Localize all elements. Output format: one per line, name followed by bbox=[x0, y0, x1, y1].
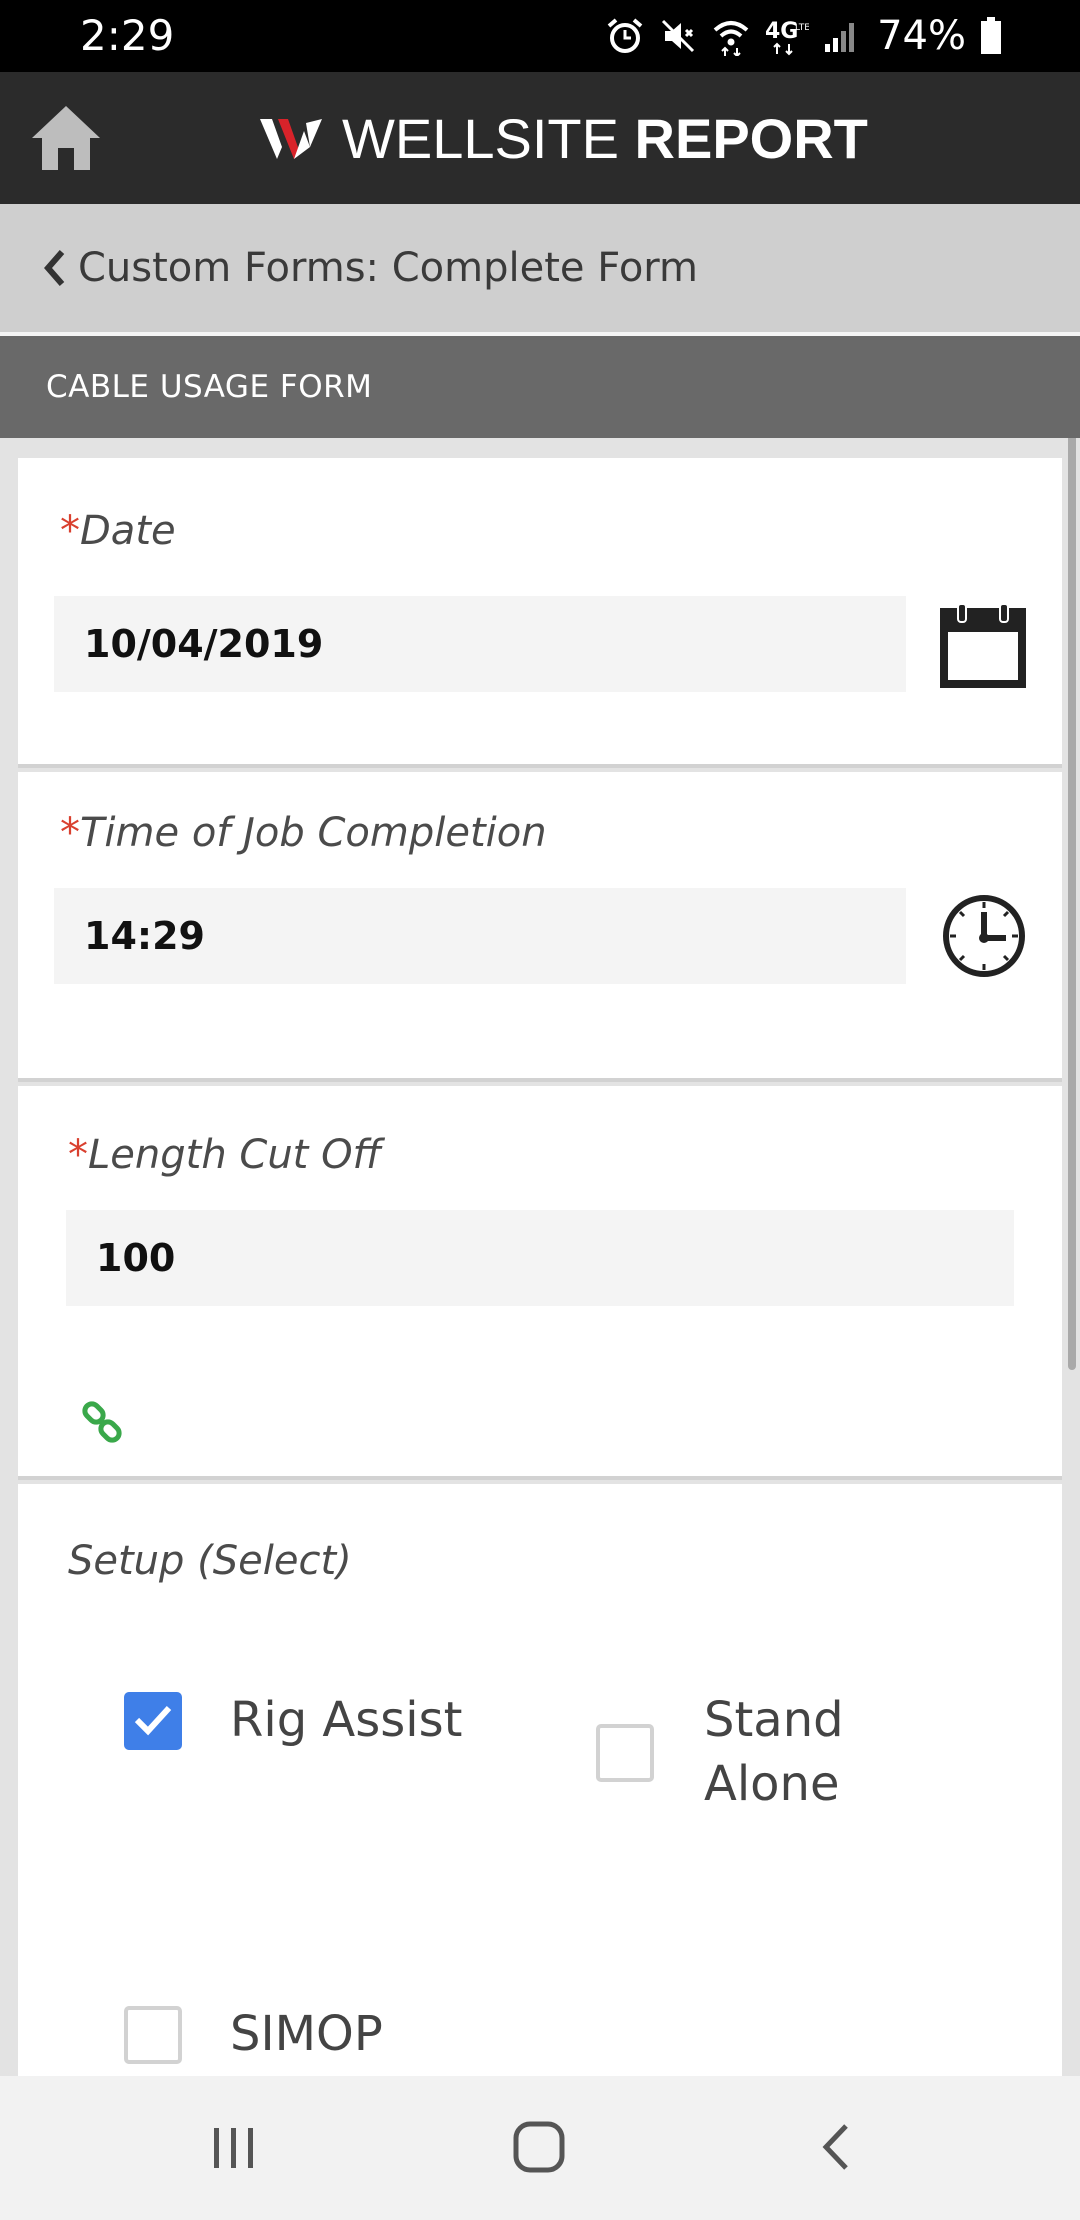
status-bar: 2:29 4G LTE 74% bbox=[0, 0, 1080, 72]
date-label-text: Date bbox=[80, 508, 176, 554]
stand-alone-checkbox[interactable] bbox=[596, 1724, 654, 1782]
length-value: 100 bbox=[96, 1236, 176, 1280]
simop-label[interactable]: SIMOP bbox=[230, 2002, 383, 2066]
form-title: CABLE USAGE FORM bbox=[46, 369, 373, 405]
date-label: *Date bbox=[60, 508, 176, 554]
calendar-icon[interactable] bbox=[940, 602, 1026, 688]
status-time: 2:29 bbox=[80, 11, 175, 60]
brand-title-light: WELLSITE bbox=[342, 106, 619, 170]
status-icons: 4G LTE 74% bbox=[605, 12, 1002, 60]
rig-assist-label[interactable]: Rig Assist bbox=[230, 1688, 462, 1752]
simop-checkbox[interactable] bbox=[124, 2006, 182, 2064]
recents-icon[interactable] bbox=[210, 2124, 258, 2172]
required-marker: * bbox=[60, 810, 80, 856]
time-label: *Time of Job Completion bbox=[60, 810, 547, 856]
signal-icon bbox=[825, 23, 855, 52]
home-circle-icon[interactable] bbox=[512, 2120, 566, 2174]
setup-field-card: Setup (Select) Rig Assist Stand Alone SI… bbox=[18, 1484, 1062, 2076]
date-input[interactable]: 10/04/2019 bbox=[54, 596, 906, 692]
home-icon[interactable] bbox=[28, 100, 104, 176]
clock-icon[interactable] bbox=[940, 892, 1028, 980]
form-title-bar: CABLE USAGE FORM bbox=[0, 336, 1080, 438]
form-scroll-area[interactable]: *Date 10/04/2019 *Time of Job Completion… bbox=[0, 438, 1080, 2076]
alarm-icon bbox=[607, 18, 643, 53]
chevron-left-icon[interactable] bbox=[42, 248, 68, 288]
back-icon[interactable] bbox=[818, 2122, 852, 2172]
wellsite-logo-icon bbox=[260, 119, 322, 159]
network-type-icon: 4G LTE bbox=[765, 19, 809, 56]
setup-label: Setup (Select) bbox=[68, 1538, 352, 1584]
brand-title: WELLSITE REPORT bbox=[342, 106, 868, 171]
stand-alone-label-line2: Alone bbox=[704, 1756, 840, 1812]
app-header: WELLSITE REPORT bbox=[0, 72, 1080, 204]
battery-icon bbox=[981, 17, 1001, 54]
svg-text:LTE: LTE bbox=[795, 23, 809, 33]
length-label: *Length Cut Off bbox=[68, 1132, 381, 1178]
time-value: 14:29 bbox=[84, 914, 205, 958]
length-field-card: *Length Cut Off 100 bbox=[18, 1086, 1062, 1480]
time-field-card: *Time of Job Completion 14:29 bbox=[18, 772, 1062, 1082]
time-input[interactable]: 14:29 bbox=[54, 888, 906, 984]
stand-alone-label[interactable]: Stand Alone bbox=[704, 1688, 844, 1816]
required-marker: * bbox=[60, 508, 80, 554]
brand-logo: WELLSITE REPORT bbox=[258, 100, 868, 176]
stand-alone-label-line1: Stand bbox=[704, 1692, 844, 1748]
length-label-text: Length Cut Off bbox=[88, 1132, 382, 1178]
check-icon bbox=[134, 1705, 172, 1736]
date-field-card: *Date 10/04/2019 bbox=[18, 458, 1062, 768]
battery-percent: 74% bbox=[877, 13, 966, 59]
date-value: 10/04/2019 bbox=[84, 622, 324, 666]
breadcrumb-text[interactable]: Custom Forms: Complete Form bbox=[78, 245, 698, 291]
rig-assist-checkbox[interactable] bbox=[124, 1692, 182, 1750]
wifi-icon bbox=[713, 21, 749, 56]
breadcrumb[interactable]: Custom Forms: Complete Form bbox=[0, 204, 1080, 332]
required-marker: * bbox=[68, 1132, 88, 1178]
brand-title-bold: REPORT bbox=[634, 106, 868, 170]
time-label-text: Time of Job Completion bbox=[80, 810, 547, 856]
navigation-bar bbox=[0, 2076, 1080, 2220]
mute-icon bbox=[662, 19, 695, 53]
link-icon[interactable] bbox=[78, 1400, 126, 1448]
scrollbar-thumb[interactable] bbox=[1068, 438, 1076, 1370]
length-input[interactable]: 100 bbox=[66, 1210, 1014, 1306]
svg-text:4G: 4G bbox=[765, 19, 798, 44]
